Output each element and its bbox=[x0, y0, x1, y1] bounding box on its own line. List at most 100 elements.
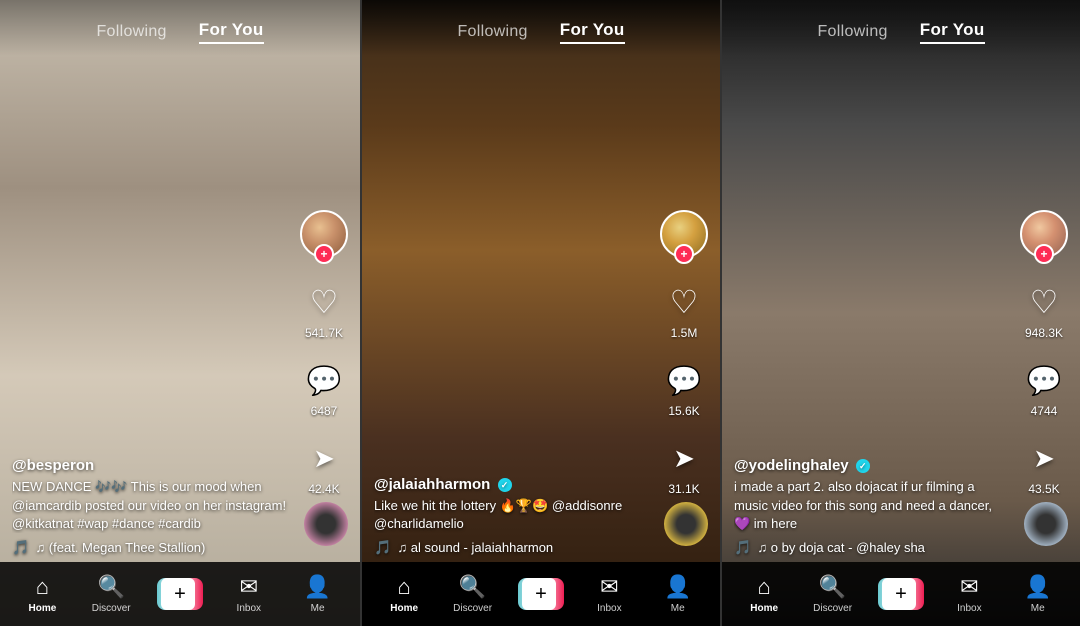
inbox-label-1: Inbox bbox=[237, 603, 261, 614]
discover-label-2: Discover bbox=[453, 603, 492, 614]
nav-foryou-1[interactable]: For You bbox=[199, 20, 264, 44]
nav-me-1[interactable]: 👤 Me bbox=[293, 574, 343, 614]
username-3[interactable]: @yodelinghaley ✓ bbox=[734, 457, 1010, 474]
nav-discover-1[interactable]: 🔍 Discover bbox=[86, 574, 136, 614]
create-button-1[interactable]: + bbox=[157, 578, 203, 610]
top-nav-2: Following For You bbox=[362, 0, 720, 56]
follow-plus-1[interactable]: + bbox=[314, 244, 334, 264]
heart-icon-3: ♡ bbox=[1022, 280, 1066, 324]
profile-icon-3: 👤 bbox=[1024, 574, 1051, 600]
right-sidebar-1: + ♡ 541.7K 💬 6487 ➤ 42.4K bbox=[300, 210, 348, 496]
verify-badge-3: ✓ bbox=[856, 459, 870, 473]
music-disc-3 bbox=[1024, 502, 1068, 546]
home-label-2: Home bbox=[390, 603, 418, 614]
music-label-3: ♫ o by doja cat - @haley sha bbox=[757, 540, 924, 555]
nav-inbox-1[interactable]: ✉ Inbox bbox=[224, 574, 274, 614]
comment-icon-2: 💬 bbox=[662, 358, 706, 402]
share-group-3[interactable]: ➤ 43.5K bbox=[1022, 436, 1066, 496]
share-count-2: 31.1K bbox=[668, 482, 699, 496]
music-note-1: 🎵 bbox=[12, 539, 29, 556]
nav-create-1[interactable]: + bbox=[155, 578, 205, 610]
home-label-1: Home bbox=[28, 603, 56, 614]
avatar-container-3[interactable]: + bbox=[1020, 210, 1068, 258]
inbox-label-2: Inbox bbox=[597, 603, 621, 614]
like-count-1: 541.7K bbox=[305, 326, 343, 340]
share-group-1[interactable]: ➤ 42.4K bbox=[302, 436, 346, 496]
comment-group-2[interactable]: 💬 15.6K bbox=[662, 358, 706, 418]
share-icon-2: ➤ bbox=[662, 436, 706, 480]
home-icon-2: ⌂ bbox=[398, 574, 411, 600]
like-count-2: 1.5M bbox=[671, 326, 698, 340]
avatar-container-1[interactable]: + bbox=[300, 210, 348, 258]
create-button-2[interactable]: + bbox=[518, 578, 564, 610]
phone-panel-2: Following For You + ♡ 1.5M 💬 15.6K ➤ 31.… bbox=[360, 0, 720, 626]
bottom-info-3: @yodelinghaley ✓ i made a part 2. also d… bbox=[734, 457, 1010, 556]
inbox-label-3: Inbox bbox=[957, 603, 981, 614]
description-1: NEW DANCE 🎶🎶 This is our mood when @iamc… bbox=[12, 478, 290, 533]
comment-group-1[interactable]: 💬 6487 bbox=[302, 358, 346, 418]
music-row-2: 🎵 ♫ al sound - jalaiahharmon bbox=[374, 539, 650, 556]
home-label-3: Home bbox=[750, 603, 778, 614]
username-1[interactable]: @besperon bbox=[12, 457, 290, 474]
nav-me-2[interactable]: 👤 Me bbox=[653, 574, 703, 614]
nav-following-2[interactable]: Following bbox=[457, 23, 527, 41]
avatar-container-2[interactable]: + bbox=[660, 210, 708, 258]
nav-me-3[interactable]: 👤 Me bbox=[1013, 574, 1063, 614]
me-label-2: Me bbox=[671, 603, 685, 614]
comment-count-3: 4744 bbox=[1031, 404, 1058, 418]
music-label-2: ♫ al sound - jalaiahharmon bbox=[397, 540, 553, 555]
home-icon-3: ⌂ bbox=[758, 574, 771, 600]
nav-create-3[interactable]: + bbox=[876, 578, 926, 610]
nav-inbox-3[interactable]: ✉ Inbox bbox=[944, 574, 994, 614]
heart-icon-2: ♡ bbox=[662, 280, 706, 324]
share-count-3: 43.5K bbox=[1028, 482, 1059, 496]
comment-group-3[interactable]: 💬 4744 bbox=[1022, 358, 1066, 418]
nav-home-1[interactable]: ⌂ Home bbox=[17, 574, 67, 614]
nav-inbox-2[interactable]: ✉ Inbox bbox=[584, 574, 634, 614]
nav-foryou-3[interactable]: For You bbox=[920, 20, 985, 44]
username-2[interactable]: @jalaiahharmon ✓ bbox=[374, 476, 650, 493]
discover-label-1: Discover bbox=[92, 603, 131, 614]
share-group-2[interactable]: ➤ 31.1K bbox=[662, 436, 706, 496]
home-icon-1: ⌂ bbox=[36, 574, 49, 600]
comment-count-2: 15.6K bbox=[668, 404, 699, 418]
top-nav-1: Following For You bbox=[0, 0, 360, 56]
comment-icon-1: 💬 bbox=[302, 358, 346, 402]
music-disc-2 bbox=[664, 502, 708, 546]
bottom-nav-1: ⌂ Home 🔍 Discover + ✉ Inbox 👤 Me bbox=[0, 562, 360, 626]
follow-plus-3[interactable]: + bbox=[1034, 244, 1054, 264]
bottom-info-1: @besperon NEW DANCE 🎶🎶 This is our mood … bbox=[12, 457, 290, 556]
share-icon-3: ➤ bbox=[1022, 436, 1066, 480]
nav-home-2[interactable]: ⌂ Home bbox=[379, 574, 429, 614]
music-row-3: 🎵 ♫ o by doja cat - @haley sha bbox=[734, 539, 1010, 556]
nav-create-2[interactable]: + bbox=[516, 578, 566, 610]
discover-icon-1: 🔍 bbox=[97, 574, 124, 600]
like-group-3[interactable]: ♡ 948.3K bbox=[1022, 280, 1066, 340]
nav-home-3[interactable]: ⌂ Home bbox=[739, 574, 789, 614]
description-3: i made a part 2. also dojacat if ur film… bbox=[734, 478, 1010, 533]
inbox-icon-1: ✉ bbox=[240, 574, 258, 600]
share-count-1: 42.4K bbox=[308, 482, 339, 496]
inbox-icon-3: ✉ bbox=[960, 574, 978, 600]
nav-foryou-2[interactable]: For You bbox=[560, 20, 625, 44]
create-button-3[interactable]: + bbox=[878, 578, 924, 610]
phone-panel-1: Following For You + ♡ 541.7K 💬 6487 ➤ 42… bbox=[0, 0, 360, 626]
top-nav-3: Following For You bbox=[722, 0, 1080, 56]
music-note-3: 🎵 bbox=[734, 539, 751, 556]
profile-icon-2: 👤 bbox=[664, 574, 691, 600]
follow-plus-2[interactable]: + bbox=[674, 244, 694, 264]
share-icon-1: ➤ bbox=[302, 436, 346, 480]
like-group-1[interactable]: ♡ 541.7K bbox=[302, 280, 346, 340]
nav-discover-3[interactable]: 🔍 Discover bbox=[808, 574, 858, 614]
nav-following-3[interactable]: Following bbox=[817, 23, 887, 41]
nav-following-1[interactable]: Following bbox=[96, 23, 166, 41]
phone-panel-3: Following For You + ♡ 948.3K 💬 4744 ➤ 43… bbox=[720, 0, 1080, 626]
bottom-nav-3: ⌂ Home 🔍 Discover + ✉ Inbox 👤 Me bbox=[722, 562, 1080, 626]
nav-discover-2[interactable]: 🔍 Discover bbox=[448, 574, 498, 614]
like-group-2[interactable]: ♡ 1.5M bbox=[662, 280, 706, 340]
comment-count-1: 6487 bbox=[311, 404, 338, 418]
me-label-1: Me bbox=[311, 603, 325, 614]
music-label-1: ♫ (feat. Megan Thee Stallion) bbox=[35, 540, 205, 555]
music-note-2: 🎵 bbox=[374, 539, 391, 556]
music-row-1: 🎵 ♫ (feat. Megan Thee Stallion) bbox=[12, 539, 290, 556]
